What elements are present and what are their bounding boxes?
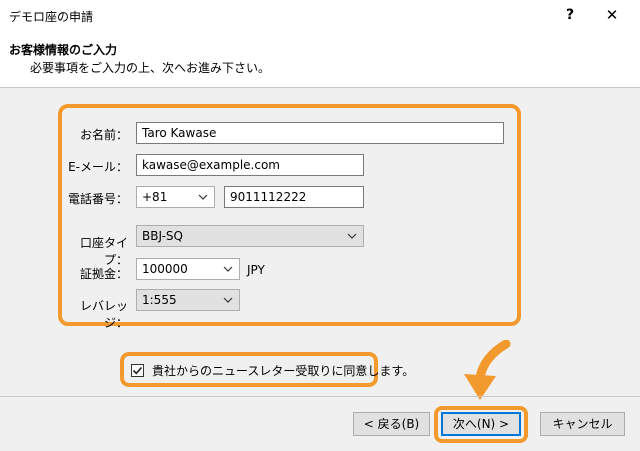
leverage-value: 1:555: [142, 293, 177, 307]
email-input[interactable]: kawase@example.com: [136, 154, 364, 176]
chevron-down-icon: [347, 226, 357, 246]
title-bar: デモロ座の申請 ? ✕: [0, 0, 640, 31]
country-code-select[interactable]: +81: [136, 186, 215, 208]
wizard-header: お客様情報のご入力 必要事項をご入力の上、次へお進み下さい。: [0, 31, 640, 88]
email-label: E-メール：: [68, 160, 128, 174]
chevron-down-icon: [223, 290, 233, 310]
footer-divider: [0, 396, 640, 397]
newsletter-label: 貴社からのニュースレター受取りに同意します。: [152, 364, 415, 378]
checkmark-icon: [132, 366, 143, 375]
window-title: デモロ座の申請: [9, 10, 94, 24]
phone-number-input[interactable]: 9011112222: [224, 186, 364, 208]
page-title: お客様情報のご入力: [9, 43, 118, 57]
next-button[interactable]: 次へ(N) >: [441, 412, 521, 436]
leverage-select[interactable]: 1:555: [136, 289, 240, 311]
chevron-down-icon: [223, 259, 233, 279]
help-button[interactable]: ?: [560, 4, 580, 26]
deposit-value: 100000: [142, 262, 188, 276]
phone-label: 電話番号：: [67, 192, 128, 206]
chevron-down-icon: [198, 187, 208, 207]
name-label: お名前：: [79, 128, 128, 142]
cancel-button[interactable]: キャンセル: [540, 412, 625, 436]
deposit-select[interactable]: 100000: [136, 258, 240, 280]
close-button[interactable]: ✕: [602, 4, 622, 26]
deposit-label: 証拠金：: [79, 267, 128, 281]
deposit-currency: JPY: [247, 263, 265, 277]
name-input[interactable]: Taro Kawase: [136, 122, 504, 144]
account-type-value: BBJ-SQ: [142, 229, 183, 243]
page-subtitle: 必要事項をご入力の上、次へお進み下さい。: [30, 61, 271, 75]
newsletter-checkbox[interactable]: [131, 364, 144, 377]
account-type-label: 口座タイプ：: [79, 236, 128, 267]
customer-info-form: お名前： Taro Kawase E-メール： kawase@example.c…: [58, 104, 521, 330]
leverage-label: レバレッジ：: [79, 299, 128, 330]
back-button[interactable]: < 戻る(B): [353, 412, 430, 436]
account-type-select[interactable]: BBJ-SQ: [136, 225, 364, 247]
guide-arrow-icon: [464, 340, 511, 400]
newsletter-consent[interactable]: 貴社からのニュースレター受取りに同意します。: [120, 352, 414, 387]
country-code-value: +81: [142, 190, 168, 204]
